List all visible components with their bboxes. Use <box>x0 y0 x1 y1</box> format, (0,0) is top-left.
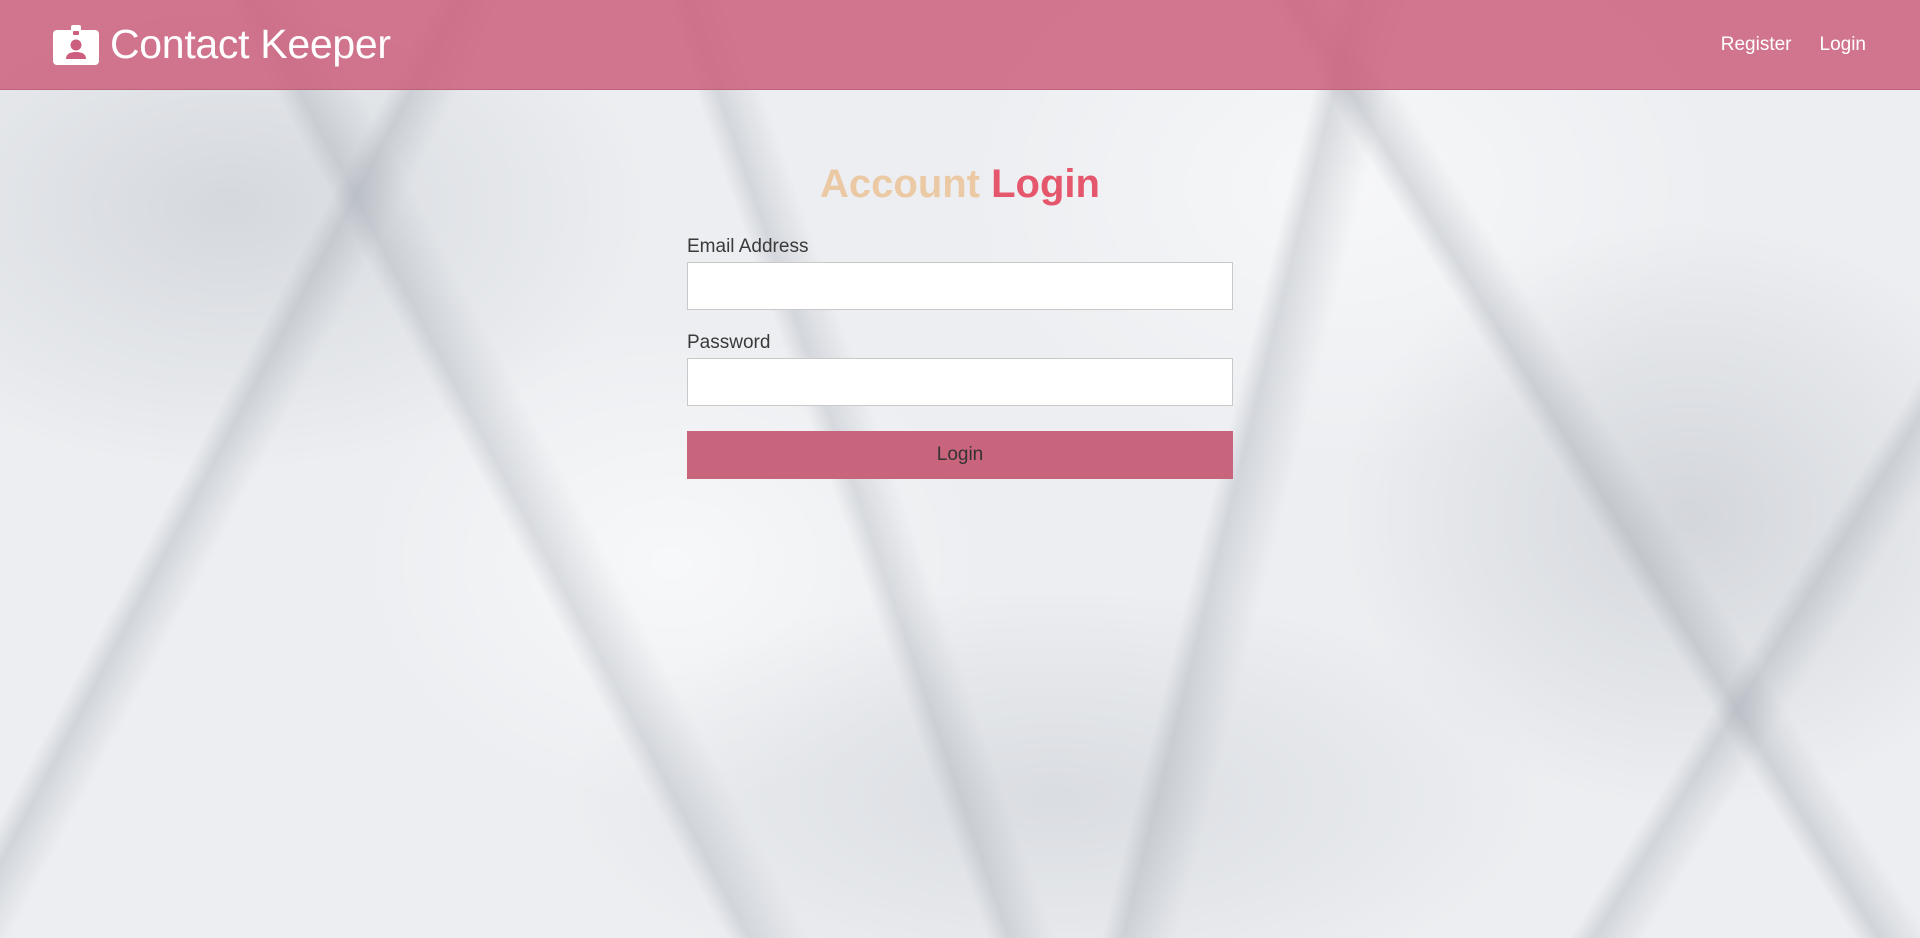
brand[interactable]: Contact Keeper <box>53 21 391 68</box>
login-link[interactable]: Login <box>1820 34 1867 56</box>
password-field[interactable] <box>687 358 1233 406</box>
top-navbar: Contact Keeper Register Login <box>0 0 1920 90</box>
password-label: Password <box>687 332 771 353</box>
login-form-container: Account Login Email Address Password Log… <box>687 160 1233 479</box>
login-form: Email Address Password Login <box>687 236 1233 479</box>
register-link[interactable]: Register <box>1721 34 1792 56</box>
page-title-login: Login <box>991 162 1100 206</box>
password-group: Password <box>687 332 1233 406</box>
email-field[interactable] <box>687 262 1233 310</box>
nav-links: Register Login <box>1721 34 1866 56</box>
app-title: Contact Keeper <box>110 21 391 67</box>
login-button[interactable]: Login <box>687 431 1233 479</box>
email-label: Email Address <box>687 236 809 257</box>
id-badge-icon <box>53 24 99 65</box>
page-title-account: Account <box>820 162 980 206</box>
page-title: Account Login <box>687 160 1233 208</box>
email-group: Email Address <box>687 236 1233 310</box>
